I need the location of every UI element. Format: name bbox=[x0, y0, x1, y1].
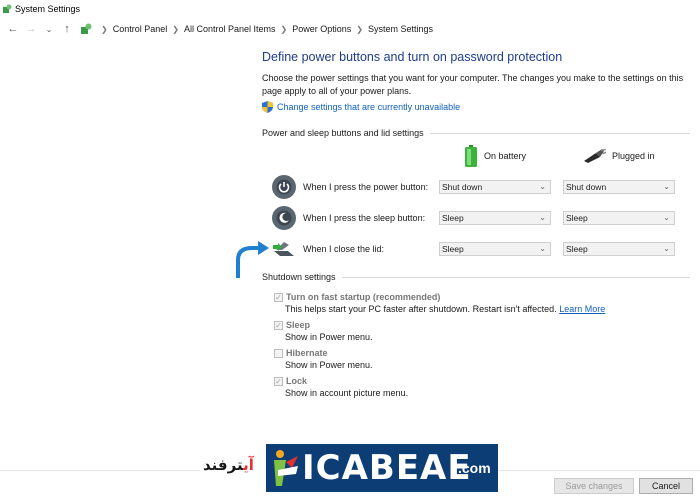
divider bbox=[429, 132, 690, 134]
lid-battery-select[interactable]: Sleep ⌄ bbox=[439, 242, 551, 256]
breadcrumb-separator: ❯ bbox=[172, 24, 179, 34]
control-panel-icon bbox=[81, 23, 92, 34]
page-description: Choose the power settings that you want … bbox=[262, 73, 684, 96]
watermark-blue-panel: ICABEAE .com bbox=[266, 444, 498, 492]
shutdown-group-header: Shutdown settings bbox=[262, 272, 690, 282]
divider bbox=[341, 276, 690, 278]
power-button-plugged-value: Shut down bbox=[566, 182, 607, 192]
sleep-checkbox[interactable]: ✓ Sleep bbox=[274, 320, 310, 330]
learn-more-link[interactable]: Learn More bbox=[559, 304, 605, 314]
window-title: System Settings bbox=[15, 4, 81, 14]
power-button-plugged-select[interactable]: Shut down ⌄ bbox=[563, 180, 675, 194]
sleep-button-plugged-select[interactable]: Sleep ⌄ bbox=[563, 211, 675, 225]
chevron-down-icon: ⌄ bbox=[663, 182, 670, 191]
fast-startup-checkbox[interactable]: ✓ Turn on fast startup (recommended) bbox=[274, 292, 440, 302]
cancel-button[interactable]: Cancel bbox=[639, 478, 693, 494]
chevron-down-icon: ⌄ bbox=[663, 244, 670, 253]
chevron-down-icon: ⌄ bbox=[663, 213, 670, 222]
laptop-lid-icon bbox=[272, 237, 296, 261]
lock-desc: Show in account picture menu. bbox=[285, 388, 409, 398]
lid-label: When I close the lid: bbox=[303, 244, 385, 254]
watermark-farsi-text: آیترفند bbox=[203, 456, 254, 474]
chevron-down-icon: ⌄ bbox=[539, 213, 546, 222]
power-button-battery-value: Shut down bbox=[442, 182, 483, 192]
watermark-domain: .com bbox=[458, 460, 491, 476]
fast-startup-title: Turn on fast startup (recommended) bbox=[286, 292, 441, 302]
watermark-white-panel: آیترفند bbox=[200, 444, 266, 500]
power-group-title: Power and sleep buttons and lid settings bbox=[262, 128, 424, 138]
breadcrumb-separator: ❯ bbox=[280, 24, 288, 34]
breadcrumb-separator: ❯ bbox=[101, 24, 108, 34]
lid-plugged-select[interactable]: Sleep ⌄ bbox=[563, 242, 675, 256]
change-settings-link[interactable]: Change settings that are currently unava… bbox=[262, 101, 692, 113]
breadcrumb-separator: ❯ bbox=[356, 24, 363, 34]
watermark-letters: ICABEAE bbox=[302, 448, 472, 488]
sleep-button-battery-select[interactable]: Sleep ⌄ bbox=[439, 211, 551, 225]
watermark-logo-icon bbox=[274, 450, 298, 486]
lock-checkbox[interactable]: ✓ Lock bbox=[274, 376, 307, 386]
checkbox-checked[interactable]: ✓ bbox=[274, 293, 283, 302]
back-arrow-icon[interactable]: ← bbox=[6, 22, 20, 36]
title-bar: System Settings bbox=[0, 0, 700, 18]
on-battery-label: On battery bbox=[484, 151, 527, 161]
watermark-banner: آیترفند ICABEAE .com bbox=[200, 444, 498, 500]
breadcrumb-system-settings[interactable]: System Settings bbox=[368, 24, 433, 34]
lid-plugged-value: Sleep bbox=[566, 244, 588, 254]
sleep-button-icon bbox=[272, 206, 296, 230]
power-button-battery-select[interactable]: Shut down ⌄ bbox=[439, 180, 551, 194]
checkbox-checked[interactable]: ✓ bbox=[274, 321, 283, 330]
watermark-farsi-black: ترفند bbox=[203, 456, 244, 474]
fast-startup-desc: This helps start your PC faster after sh… bbox=[285, 304, 605, 314]
sleep-button-battery-value: Sleep bbox=[442, 213, 464, 223]
sleep-button-plugged-value: Sleep bbox=[566, 213, 588, 223]
lid-battery-value: Sleep bbox=[442, 244, 464, 254]
recent-dropdown-icon[interactable]: ⌄ bbox=[42, 22, 56, 36]
breadcrumb-all-items[interactable]: All Control Panel Items bbox=[184, 24, 276, 34]
hibernate-title: Hibernate bbox=[286, 348, 328, 358]
sleep-title: Sleep bbox=[286, 320, 311, 330]
main-content: Define power buttons and turn on passwor… bbox=[262, 50, 692, 113]
checkbox-unchecked[interactable] bbox=[274, 349, 283, 358]
chevron-down-icon: ⌄ bbox=[539, 244, 546, 253]
shield-icon bbox=[262, 101, 273, 113]
forward-arrow-icon[interactable]: → bbox=[24, 22, 38, 36]
shutdown-group-title: Shutdown settings bbox=[262, 272, 336, 282]
chevron-down-icon: ⌄ bbox=[539, 182, 546, 191]
breadcrumb-control-panel[interactable]: Control Panel bbox=[113, 24, 168, 34]
change-settings-label: Change settings that are currently unava… bbox=[277, 102, 461, 112]
battery-icon bbox=[465, 145, 477, 167]
watermark-farsi-red: آی bbox=[243, 456, 254, 474]
lock-title: Lock bbox=[286, 376, 308, 386]
hibernate-desc: Show in Power menu. bbox=[285, 360, 373, 370]
sleep-button-label: When I press the sleep button: bbox=[303, 213, 426, 223]
power-plug-icon bbox=[584, 149, 606, 163]
control-panel-icon bbox=[3, 4, 12, 13]
up-arrow-icon[interactable]: ↑ bbox=[60, 22, 74, 36]
column-on-battery: On battery bbox=[464, 145, 526, 167]
page-title: Define power buttons and turn on passwor… bbox=[262, 50, 563, 64]
fast-startup-desc-text: This helps start your PC faster after sh… bbox=[285, 304, 557, 314]
breadcrumb-power-options[interactable]: Power Options bbox=[292, 24, 351, 34]
save-changes-button[interactable]: Save changes bbox=[554, 478, 634, 494]
checkbox-checked[interactable]: ✓ bbox=[274, 377, 283, 386]
hibernate-checkbox[interactable]: Hibernate bbox=[274, 348, 328, 358]
plugged-in-label: Plugged in bbox=[612, 151, 655, 161]
power-button-icon bbox=[272, 175, 296, 199]
address-bar: ← → ⌄ ↑ ❯ Control Panel ❯ All Control Pa… bbox=[0, 20, 700, 38]
power-group-header: Power and sleep buttons and lid settings bbox=[262, 128, 690, 138]
sleep-desc: Show in Power menu. bbox=[285, 332, 373, 342]
column-plugged-in: Plugged in bbox=[582, 149, 655, 163]
power-button-label: When I press the power button: bbox=[303, 182, 429, 192]
